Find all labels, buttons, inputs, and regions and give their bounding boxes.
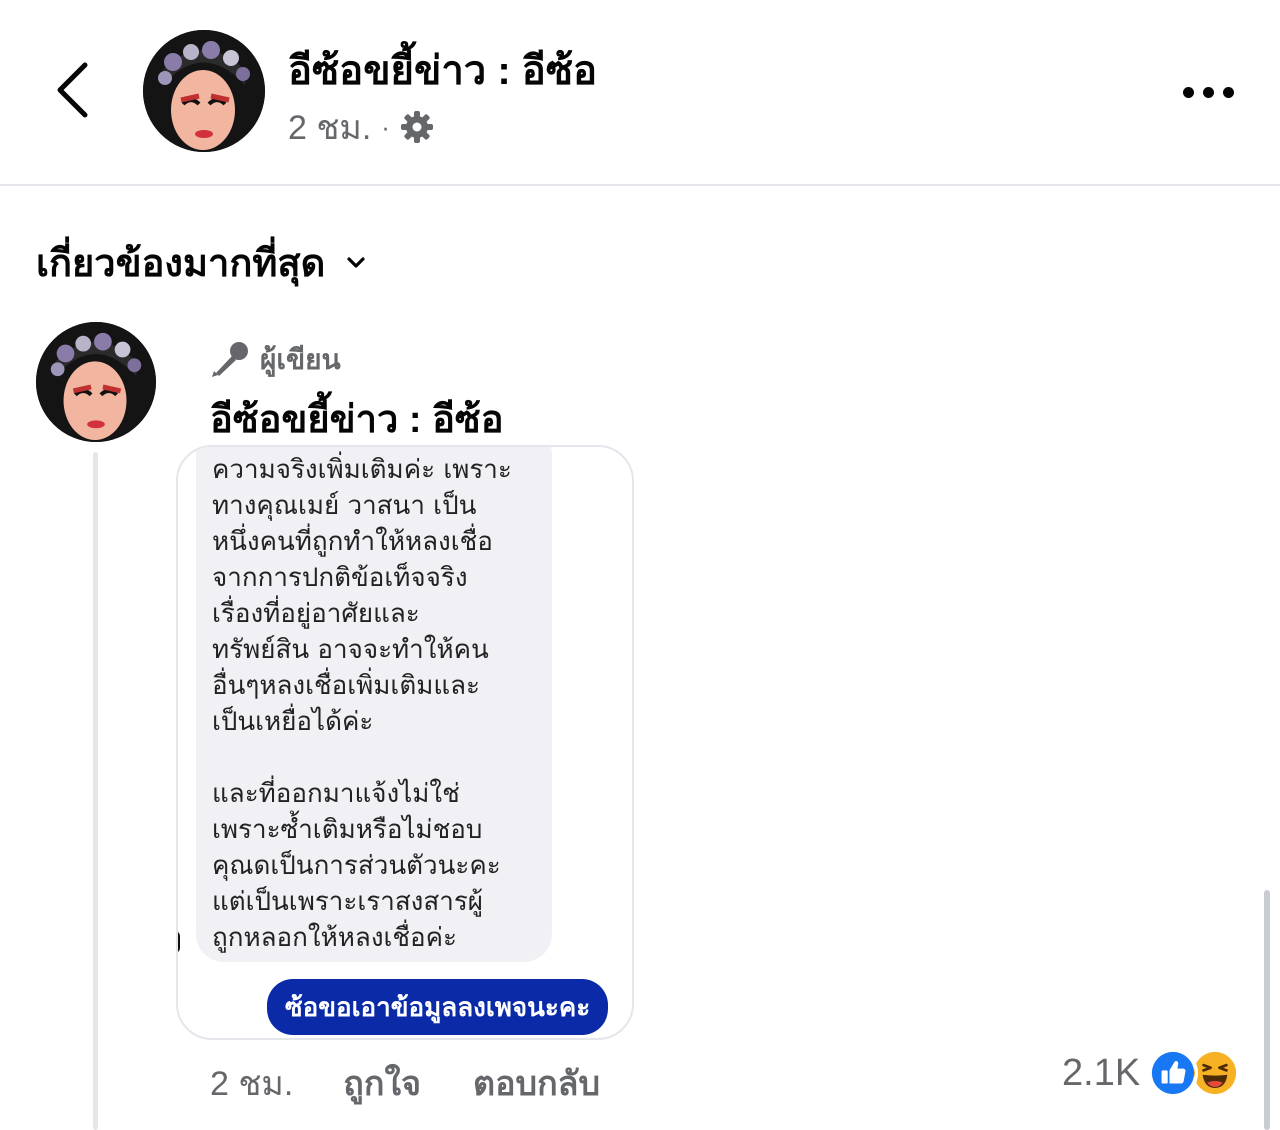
reactions-summary[interactable]: 2.1K (1062, 1048, 1241, 1098)
back-button[interactable] (40, 55, 104, 125)
post-header: อีซ้อขยี้ข่าว : อีซ้อ 2 ชม. · (0, 0, 1280, 186)
page-avatar[interactable] (143, 30, 265, 152)
chevron-left-icon (57, 62, 88, 118)
author-badge: ผู้เขียน (210, 338, 341, 382)
comment-timestamp[interactable]: 2 ชม. (210, 1056, 293, 1110)
comment-attached-image[interactable]: ความจริงเพิ่มเติมค่ะ เพราะ ทางคุณเมย์ วา… (176, 445, 634, 1040)
reply-button[interactable]: ตอบกลับ (473, 1056, 600, 1110)
chevron-down-icon (347, 256, 365, 268)
chat-indicator-dot (178, 931, 180, 953)
received-message-text: ความจริงเพิ่มเติมค่ะ เพราะ ทางคุณเมย์ วา… (212, 455, 512, 953)
post-comments-page: อีซ้อขยี้ข่าว : อีซ้อ 2 ชม. · เกี่ยวข้อง… (0, 0, 1280, 1130)
microphone-icon (212, 342, 248, 377)
post-meta: 2 ชม. · (288, 100, 434, 154)
post-timestamp[interactable]: 2 ชม. (288, 100, 371, 154)
comment-actions: 2 ชม. ถูกใจ ตอบกลับ (210, 1056, 652, 1110)
author-badge-label: ผู้เขียน (260, 344, 341, 375)
more-options-button[interactable] (1170, 70, 1246, 114)
sort-label: เกี่ยวข้องมากที่สุด (36, 243, 326, 285)
like-button[interactable]: ถูกใจ (343, 1056, 421, 1110)
more-dot (1222, 86, 1234, 98)
like-icon (1148, 1048, 1199, 1098)
meta-separator: · (381, 111, 390, 142)
commenter-avatar[interactable] (36, 322, 156, 442)
comment-author-name[interactable]: อีซ้อขยี้ข่าว : อีซ้อ (210, 388, 504, 449)
more-dot (1202, 86, 1214, 98)
thread-line (93, 452, 98, 1130)
gear-icon[interactable] (400, 110, 434, 144)
scrollbar[interactable] (1264, 890, 1270, 1130)
received-message-bubble: ความจริงเพิ่มเติมค่ะ เพราะ ทางคุณเมย์ วา… (196, 447, 552, 962)
page-name[interactable]: อีซ้อขยี้ข่าว : อีซ้อ (288, 38, 597, 102)
more-dot (1182, 86, 1194, 98)
reaction-count: 2.1K (1062, 1051, 1141, 1094)
comment-sort-selector[interactable]: เกี่ยวข้องมากที่สุด (36, 232, 365, 293)
sent-message-bubble: ซ้อขอเอาข้อมูลลงเพจนะคะ (267, 979, 609, 1035)
